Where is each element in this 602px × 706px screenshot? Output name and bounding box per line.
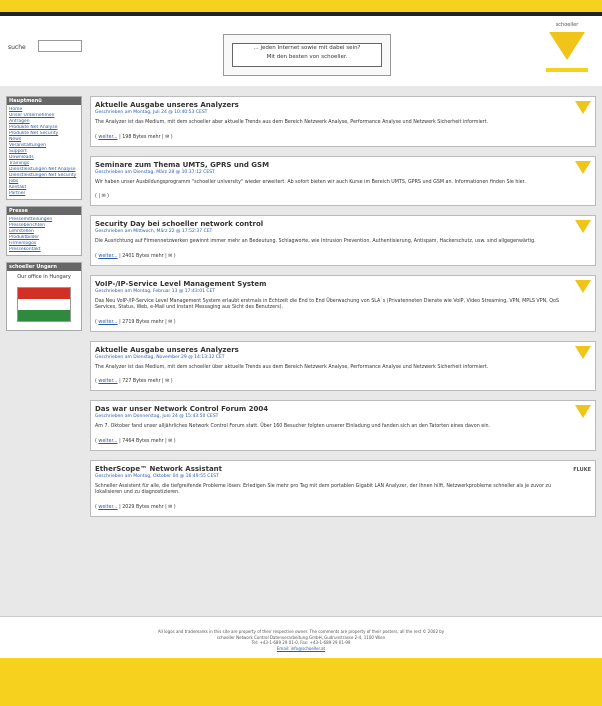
article-body: The Analyzer ist das Medium, mit dem sch… — [95, 120, 489, 125]
yellow-triangle-icon — [575, 405, 591, 418]
read-more-link[interactable]: weiter... — [98, 379, 117, 384]
yellow-triangle-icon — [575, 220, 591, 233]
footer-email-link[interactable]: Email: info@schoeller.at — [86, 646, 516, 652]
article-card: Seminare zum Thema UMTS, GPRS und GSM Ge… — [90, 155, 596, 206]
bottom-brand-bar — [0, 658, 602, 706]
article-size: | 2029 Bytes mehr | — [119, 504, 169, 510]
article-body: Das Neu VoIP-/IP-Service Level Managemen… — [95, 298, 560, 311]
article-title[interactable]: Security Day bei schoeller network contr… — [95, 220, 573, 228]
slogan-line-1: ... jeden Internet sowie mit dabei sein? — [253, 45, 361, 51]
article-meta: Geschrieben am Mittwoch, März 22 @ 17:52… — [95, 229, 213, 234]
main-menu-title: Hauptmenü — [7, 97, 81, 105]
footer: All logos and trademarks in this site ar… — [0, 616, 602, 659]
read-more-link[interactable]: weiter... — [98, 320, 117, 325]
article-footer: ( weiter... | 7464 Bytes mehr | ✉ ) — [95, 438, 176, 444]
article-footer: ( | ✉ ) — [95, 194, 109, 199]
fluke-networks-logo-icon: FLUKE — [573, 466, 591, 473]
press-title: Presse — [7, 207, 81, 215]
slogan-text: ... jeden Internet sowie mit dabei sein?… — [232, 43, 382, 67]
article-footer: ( weiter... | 198 Bytes mehr | ✉ ) — [95, 134, 173, 140]
yellow-triangle-icon — [575, 101, 591, 114]
article-footer: ( weiter... | 2029 Bytes mehr | ✉ ) — [95, 504, 176, 510]
article-body: Die Ausrichtung auf Firmennetzwerken gew… — [95, 239, 536, 244]
yellow-triangle-icon — [575, 345, 591, 359]
article-body: Am 7. Oktober fand unser alljährliches N… — [95, 424, 491, 429]
article-size: | 198 Bytes mehr | — [119, 134, 166, 140]
sidebar-item-dl-security[interactable]: Dienstleistungen Net Security — [9, 173, 79, 179]
article-meta: Geschrieben am Donnerstag, Juni 24 @ 15:… — [95, 414, 219, 419]
office-box: schoeller Ungarn Our office in Hungary — [6, 262, 82, 331]
press-list: Pressemitteilungen Presseberichten Lehrs… — [7, 215, 81, 255]
sidebar: Hauptmenü Home Unser Unternehmen Anfrage… — [6, 96, 82, 337]
article-size: | 7464 Bytes mehr | — [119, 438, 169, 444]
article-title[interactable]: Seminare zum Thema UMTS, GPRS und GSM — [95, 161, 573, 169]
article-meta: Geschrieben am Dienstag, November 29 @ 1… — [95, 354, 225, 360]
read-more-link[interactable]: weiter... — [98, 505, 117, 510]
article-body: Wir haben unser Ausbildungsprogramm "sch… — [95, 179, 526, 185]
article-body: Schneller Assistent für alle, die tiefgr… — [95, 483, 551, 496]
main-menu-box: Hauptmenü Home Unser Unternehmen Anfrage… — [6, 96, 82, 200]
top-brand-bar — [0, 0, 602, 12]
article-title[interactable]: Das war unser Network Control Forum 2004 — [95, 405, 573, 413]
yellow-triangle-icon — [575, 279, 591, 293]
footer-text: All logos and trademarks in this site ar… — [86, 629, 516, 651]
press-box: Presse Pressemitteilungen Presseberichte… — [6, 206, 82, 256]
article-card: VoIP-/IP-Service Level Management System… — [90, 274, 596, 332]
article-card: Das war unser Network Control Forum 2004… — [90, 400, 596, 451]
article-card: Aktuelle Ausgabe unseres Analyzers Gesch… — [90, 340, 596, 391]
article-meta: Geschrieben am Dienstag, März 28 @ 10:37… — [95, 169, 215, 175]
yellow-triangle-icon — [575, 160, 591, 174]
article-card: EtherScope™ Network Assistant Geschriebe… — [90, 459, 596, 517]
read-more-link[interactable]: weiter... — [98, 254, 117, 259]
search-label: suche — [8, 44, 26, 51]
main-menu-list: Home Unser Unternehmen Anfragen Produkte… — [7, 105, 81, 199]
slogan-banner: ... jeden Internet sowie mit dabei sein?… — [223, 34, 391, 76]
schoeller-logo[interactable]: schoeller — [540, 22, 594, 82]
press-item-kontakt[interactable]: Pressekontakt — [9, 247, 79, 253]
article-footer: ( weiter... | 2719 Bytes mehr | ✉ ) — [95, 319, 176, 325]
article-body: The Analyzer ist das Medium, mit dem sch… — [95, 364, 489, 370]
header: suche ... jeden Internet sowie mit dabei… — [0, 16, 602, 87]
article-title[interactable]: Aktuelle Ausgabe unseres Analyzers — [95, 101, 573, 109]
office-title: schoeller Ungarn — [7, 263, 81, 271]
article-card: Security Day bei schoeller network contr… — [90, 215, 596, 266]
article-title[interactable]: VoIP-/IP-Service Level Management System — [95, 280, 573, 288]
hungary-flag-icon[interactable] — [17, 287, 71, 322]
article-size: | 727 Bytes mehr | — [119, 379, 166, 384]
article-title[interactable]: EtherScope™ Network Assistant — [95, 465, 573, 473]
article-list: Aktuelle Ausgabe unseres Analyzers Gesch… — [90, 96, 596, 526]
sidebar-item-partner[interactable]: Partner — [9, 191, 79, 197]
article-card: Aktuelle Ausgabe unseres Analyzers Gesch… — [90, 96, 596, 147]
schoeller-triangle-icon — [549, 32, 585, 60]
read-more-link[interactable]: weiter... — [98, 439, 117, 444]
slogan-line-2: Mit den besten von schoeller. — [266, 54, 348, 60]
logo-text: schoeller — [555, 22, 579, 28]
office-text: Our office in Hungary — [17, 274, 71, 280]
article-meta: Geschrieben am Montag, Februar 13 @ 17:4… — [95, 288, 216, 294]
article-meta: Geschrieben am Montag, Oktober 04 @ 16:4… — [95, 473, 219, 479]
page-body: Hauptmenü Home Unser Unternehmen Anfrage… — [0, 86, 602, 616]
search-input[interactable] — [38, 40, 82, 52]
article-size: | 2719 Bytes mehr | — [119, 319, 169, 325]
article-size: | 2401 Bytes mehr | — [119, 253, 169, 259]
article-footer: ( weiter... | 727 Bytes mehr | ✉ ) — [95, 379, 173, 384]
article-footer: ( weiter... | 2401 Bytes mehr | ✉ ) — [95, 253, 176, 259]
logo-underline — [546, 68, 588, 72]
article-meta: Geschrieben am Montag, Juli 24 @ 10:40:5… — [95, 110, 208, 115]
article-title[interactable]: Aktuelle Ausgabe unseres Analyzers — [95, 346, 573, 354]
article-size: | — [98, 194, 102, 199]
read-more-link[interactable]: weiter... — [98, 135, 117, 140]
